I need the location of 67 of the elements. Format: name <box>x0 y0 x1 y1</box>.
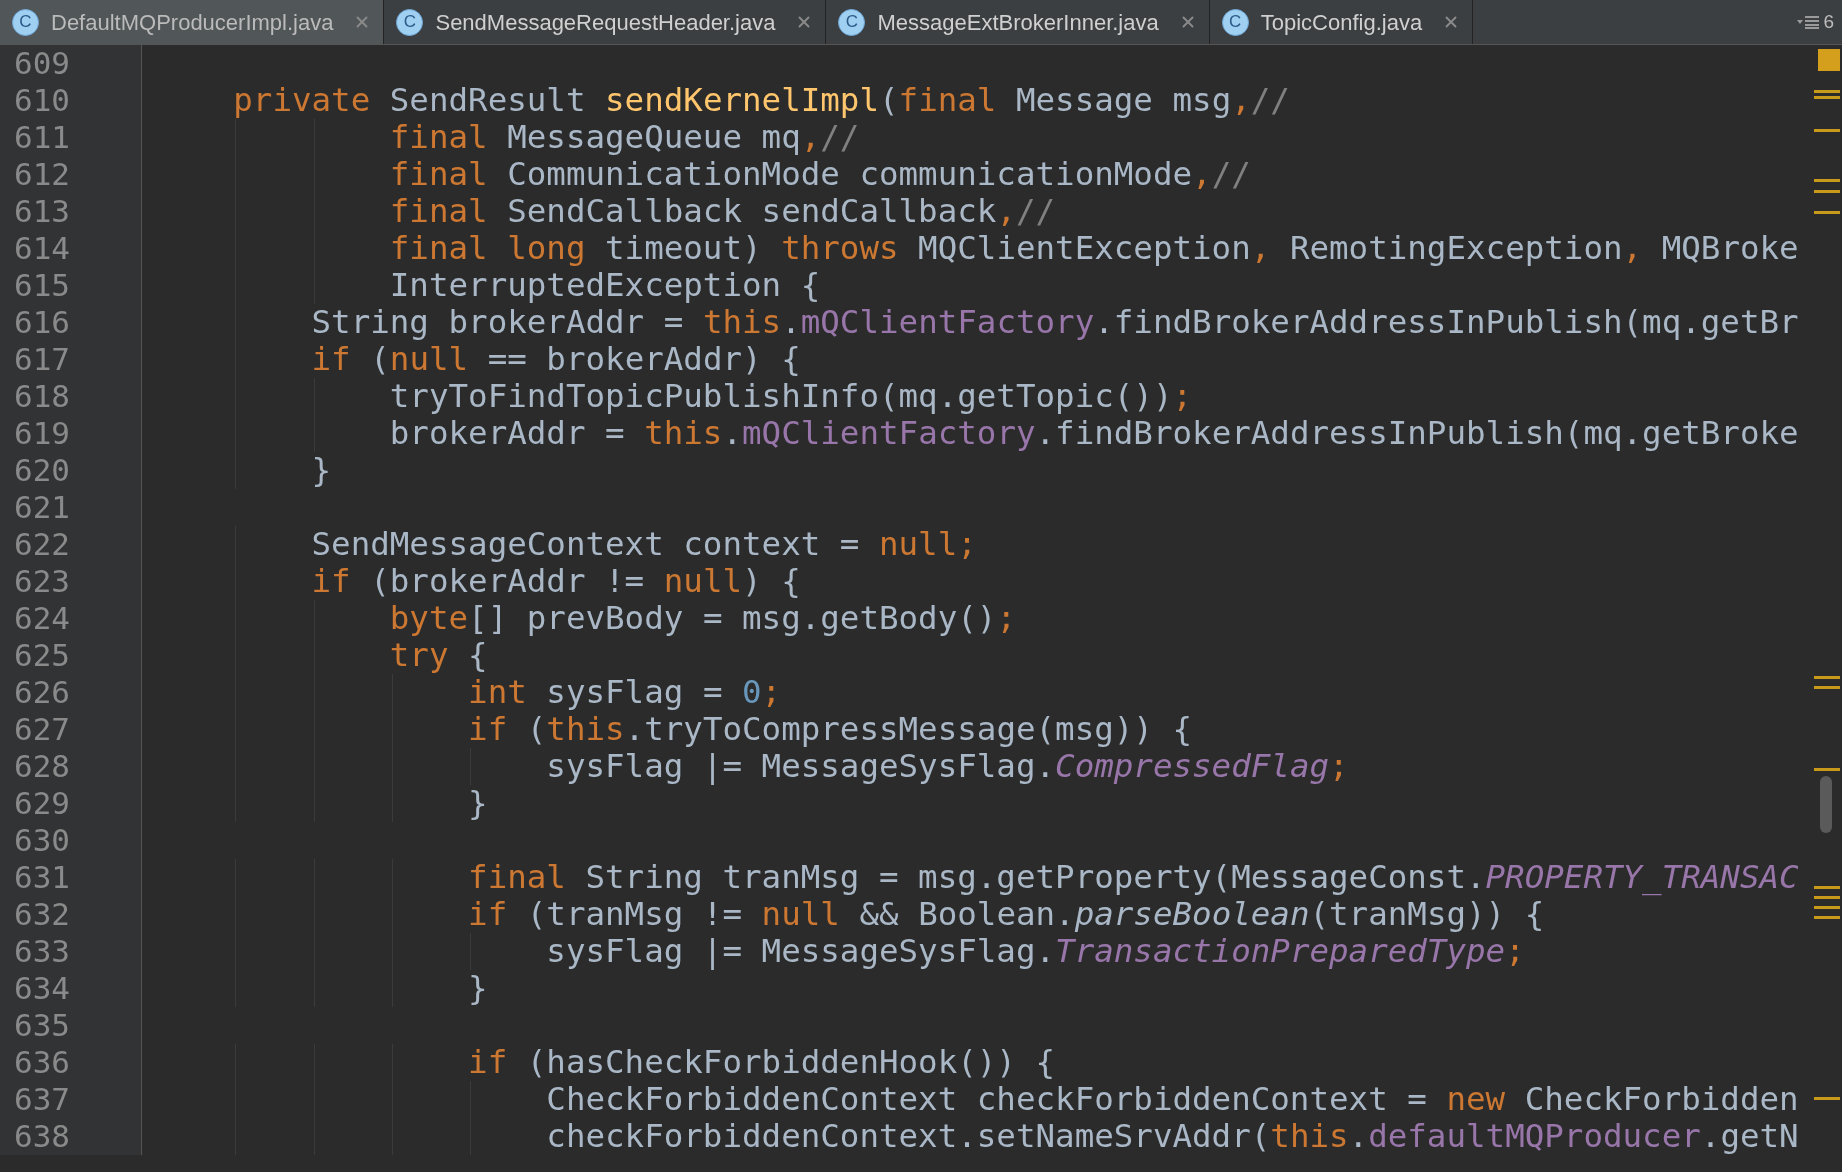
code-line: final MessageQueue mq,// <box>388 121 860 154</box>
line-number: 621 <box>14 492 70 523</box>
code-line: if (this.tryToCompressMessage(msg)) { <box>467 713 1193 746</box>
line-number: 635 <box>14 1010 70 1041</box>
line-number: 610 <box>14 85 70 116</box>
class-icon: C <box>396 8 424 36</box>
line-number: 619 <box>14 418 70 449</box>
line-number: 617 <box>14 344 70 375</box>
line-number: 613 <box>14 196 70 227</box>
line-number: 631 <box>14 862 70 893</box>
line-number: 638 <box>14 1121 70 1152</box>
code-line: SendMessageContext context = null; <box>310 528 977 561</box>
code-line: } <box>310 454 332 487</box>
code-line: brokerAddr = this.mQClientFactory.findBrokerAddressInPublish(mq.getBroke <box>388 417 1799 450</box>
tab-count: 6 <box>1823 9 1834 34</box>
line-number: 630 <box>14 825 70 856</box>
class-icon: C <box>12 8 39 36</box>
code-line: InterruptedException { <box>388 269 821 302</box>
line-number: 627 <box>14 714 70 745</box>
line-number: 614 <box>14 233 70 264</box>
code-line: if (tranMsg != null && Boolean.parseBoolean(tranMsg)) { <box>467 898 1545 931</box>
code-line: if (hasCheckForbiddenHook()) { <box>467 1046 1056 1079</box>
editor-tab[interactable]: C DefaultMQProducerImpl.java <box>0 0 385 44</box>
code-line: final String tranMsg = msg.getProperty(MessageConst.PROPERTY_TRANSAC <box>467 861 1799 894</box>
code-line: } <box>467 972 488 1005</box>
code-line: if (brokerAddr != null) { <box>310 565 801 598</box>
line-number: 615 <box>14 270 70 301</box>
code-line: tryToFindTopicPublishInfo(mq.getTopic()); <box>388 380 1193 413</box>
code-line: CheckForbiddenContext checkForbiddenContext = new CheckForbidden <box>545 1083 1799 1116</box>
code-line: checkForbiddenContext.setNameSrvAddr(this.defaultMQProducer.getN <box>545 1120 1799 1153</box>
line-number: 622 <box>14 529 70 560</box>
code-line: final SendCallback sendCallback,// <box>388 195 1056 228</box>
line-number: 609 <box>14 48 70 79</box>
class-icon: C <box>1221 8 1249 36</box>
tab-label: MessageExtBrokerInner.java <box>877 8 1159 37</box>
class-icon: C <box>838 8 866 36</box>
code-line: sysFlag |= MessageSysFlag.TransactionPreparedType; <box>545 935 1525 968</box>
code-line: String brokerAddr = this.mQClientFactory.findBrokerAddressInPublish(mq.getBr <box>310 306 1799 339</box>
line-number: 611 <box>14 122 70 153</box>
line-number: 634 <box>14 973 70 1004</box>
tab-list-icon[interactable] <box>1797 15 1820 29</box>
line-number: 633 <box>14 936 70 967</box>
line-number: 632 <box>14 899 70 930</box>
line-number: 637 <box>14 1084 70 1115</box>
code-line: sysFlag |= MessageSysFlag.CompressedFlag; <box>545 750 1349 783</box>
code-line: private SendResult sendKernelImpl(final Message msg,// <box>232 84 1290 117</box>
line-number: 620 <box>14 455 70 486</box>
line-number: 618 <box>14 381 70 412</box>
code-line: byte[] prevBody = msg.getBody(); <box>388 602 1016 635</box>
code-line: if (null == brokerAddr) { <box>310 343 801 376</box>
code-line: try { <box>388 639 488 672</box>
line-number: 612 <box>14 159 70 190</box>
line-number: 629 <box>14 788 70 819</box>
line-number: 628 <box>14 751 70 782</box>
code-line: final CommunicationMode communicationMode,// <box>388 158 1251 191</box>
code-line: int sysFlag = 0; <box>467 676 782 709</box>
line-number: 625 <box>14 640 70 671</box>
line-number: 636 <box>14 1047 70 1078</box>
line-number: 616 <box>14 307 70 338</box>
code-line: final long timeout) throws MQClientException, RemotingException, MQBroke <box>388 232 1799 265</box>
tab-label: TopicConfig.java <box>1260 8 1423 37</box>
tab-label: SendMessageRequestHeader.java <box>435 8 776 37</box>
line-number: 624 <box>14 603 70 634</box>
line-number: 623 <box>14 566 70 597</box>
tab-label: DefaultMQProducerImpl.java <box>51 8 334 37</box>
code-line: } <box>467 787 488 820</box>
line-number: 626 <box>14 677 70 708</box>
